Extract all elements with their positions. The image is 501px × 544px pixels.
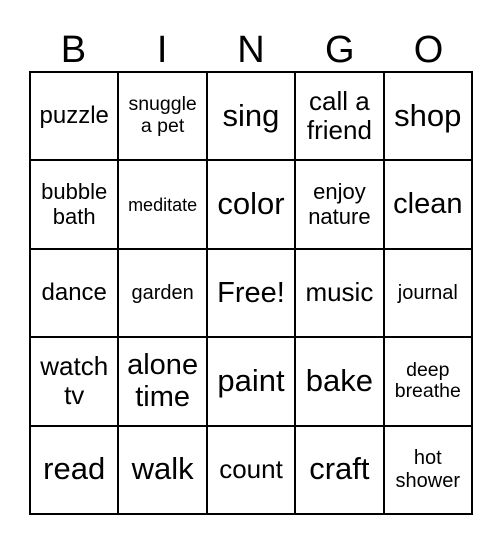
bingo-cell[interactable]: craft	[295, 425, 384, 514]
bingo-cell[interactable]: snuggle a pet	[118, 72, 207, 161]
header-letter-g: G	[325, 29, 355, 71]
bingo-cell[interactable]: clean	[383, 160, 472, 249]
header-letter-b: B	[60, 29, 87, 71]
bingo-cell[interactable]: music	[295, 248, 384, 338]
header-letter-n: N	[237, 29, 265, 71]
bingo-cell[interactable]: bake	[295, 337, 384, 426]
bingo-cell[interactable]: dance	[30, 248, 119, 338]
bingo-cell[interactable]: puzzle	[30, 72, 119, 161]
bingo-cell[interactable]: sing	[206, 72, 296, 161]
bingo-cell[interactable]: enjoy nature	[295, 160, 384, 249]
bingo-cell[interactable]: color	[206, 160, 296, 249]
bingo-cell[interactable]: hot shower	[383, 425, 472, 514]
bingo-cell[interactable]: walk	[118, 425, 207, 514]
bingo-cell[interactable]: watch tv	[30, 337, 119, 426]
bingo-cell[interactable]: bubble bath	[30, 160, 119, 249]
bingo-cell[interactable]: read	[30, 425, 119, 514]
bingo-cell[interactable]: count	[206, 425, 296, 514]
header-letter-i: I	[156, 29, 168, 71]
bingo-header: B I N G O	[29, 28, 473, 72]
bingo-cell[interactable]: call a friend	[295, 72, 384, 161]
bingo-cell[interactable]: meditate	[118, 160, 207, 249]
bingo-cell[interactable]: alone time	[118, 337, 207, 426]
bingo-cell[interactable]: journal	[383, 248, 472, 338]
bingo-cell[interactable]: shop	[383, 72, 472, 161]
bingo-cell[interactable]: deep breathe	[383, 337, 472, 426]
header-letter-o: O	[413, 29, 444, 71]
bingo-cell[interactable]: garden	[118, 248, 207, 338]
bingo-cell[interactable]: paint	[206, 337, 296, 426]
bingo-card: puzzle snuggle a pet sing call a friend …	[29, 71, 473, 515]
free-space[interactable]: Free!	[206, 248, 296, 338]
